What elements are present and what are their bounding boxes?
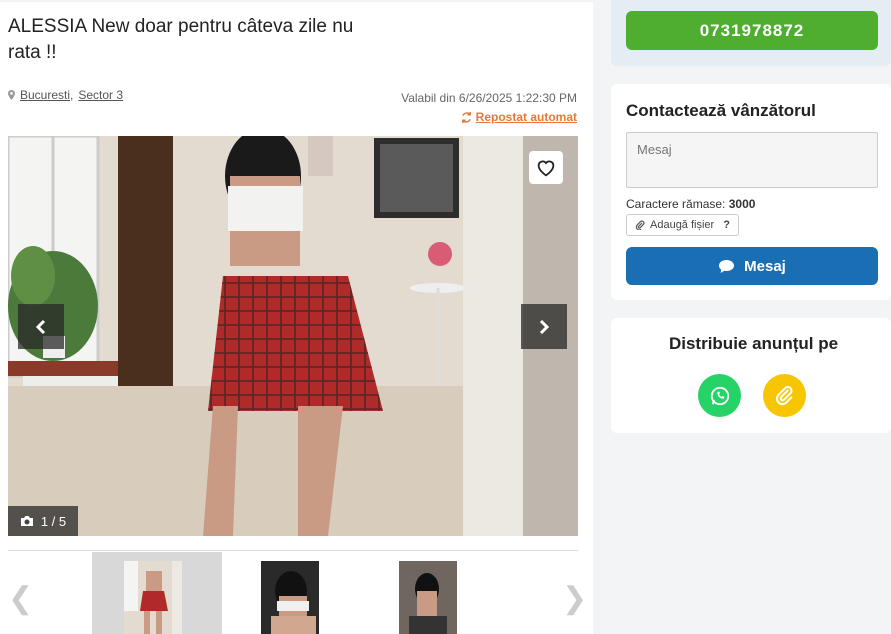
phone-box: 0731978872 [611, 0, 891, 66]
photo-counter: 1 / 5 [8, 506, 78, 536]
gallery-next-button[interactable] [521, 304, 567, 349]
ad-detail-card: ALESSIA New doar pentru câteva zile nu r… [0, 2, 593, 634]
repost-label: Repostat automat [475, 110, 577, 124]
location-separator: , [70, 88, 74, 102]
main-photo [8, 136, 578, 536]
attach-file-button[interactable]: Adaugă fișier ? [626, 214, 739, 236]
thumbnail-3-image [399, 561, 457, 634]
paperclip-icon [775, 385, 793, 405]
photo-gallery[interactable]: 1 / 5 [8, 136, 578, 536]
show-phone-button[interactable]: 0731978872 [626, 11, 878, 50]
thumbnail-prev-button[interactable]: ❮ [8, 581, 33, 616]
thumbnail-next-button[interactable]: ❯ [562, 581, 587, 616]
message-input[interactable] [626, 132, 878, 188]
refresh-icon [461, 111, 471, 123]
thumbnail-2[interactable] [261, 561, 319, 634]
favorite-button[interactable] [529, 151, 563, 184]
location-sector-link[interactable]: Sector 3 [78, 88, 123, 102]
send-message-button[interactable]: Mesaj [626, 247, 878, 285]
repost-link[interactable]: Repostat automat [461, 110, 577, 124]
location-city-link[interactable]: Bucuresti [20, 88, 70, 102]
share-whatsapp-button[interactable] [698, 374, 741, 417]
share-copy-link-button[interactable] [763, 374, 806, 417]
chevron-left-icon [35, 319, 46, 334]
map-pin-icon [8, 90, 15, 100]
thumbnail-2-image [261, 561, 319, 634]
chars-remaining-label: Caractere rămase: [626, 197, 726, 211]
gallery-prev-button[interactable] [18, 304, 64, 349]
chars-remaining: Caractere rămase: 3000 [626, 197, 755, 211]
thumbnail-3[interactable] [399, 561, 457, 634]
contact-title: Contactează vânzătorul [626, 101, 816, 120]
contact-seller-card: Contactează vânzătorul Caractere rămase:… [611, 84, 891, 300]
send-message-label: Mesaj [744, 257, 786, 275]
chars-remaining-value: 3000 [728, 197, 756, 211]
valid-since-text: Valabil din 6/26/2025 1:22:30 PM [401, 91, 577, 105]
thumbnail-1-image [124, 561, 182, 634]
chat-bubble-icon [719, 259, 735, 273]
thumbnail-1[interactable] [124, 561, 182, 634]
thumbnail-strip: ❮ ❯ [8, 550, 587, 634]
heart-icon [537, 160, 555, 176]
share-card: Distribuie anunțul pe [611, 318, 891, 433]
paperclip-icon [635, 220, 645, 230]
ad-location: Bucuresti, Sector 3 [8, 88, 123, 102]
camera-icon [20, 516, 33, 526]
attach-help-icon[interactable]: ? [723, 219, 730, 231]
whatsapp-icon [710, 386, 729, 405]
ad-title: ALESSIA New doar pentru câteva zile nu r… [8, 16, 354, 63]
photo-counter-text: 1 / 5 [40, 513, 67, 529]
chevron-right-icon [539, 319, 550, 334]
share-title: Distribuie anunțul pe [668, 334, 839, 353]
attach-file-label: Adaugă fișier [650, 219, 715, 231]
